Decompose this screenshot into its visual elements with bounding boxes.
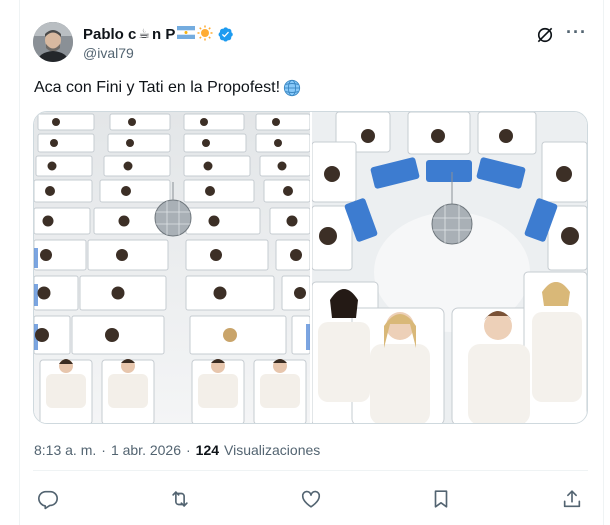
photo-hospital-beds-grid[interactable]	[34, 112, 310, 423]
globe-emoji-icon	[283, 79, 301, 97]
divider	[33, 470, 588, 471]
bookmark-icon	[434, 490, 448, 508]
share-button[interactable]	[561, 488, 583, 510]
post-text: Aca con Fini y Tati en la Propofest!	[34, 79, 301, 97]
post-date[interactable]: 1 abr. 2026	[111, 442, 181, 458]
like-button[interactable]	[300, 488, 322, 510]
bookmark-button[interactable]	[430, 488, 452, 510]
meta-separator-2: ·	[186, 442, 191, 458]
post-text-body: Aca con Fini y Tati en la Propofest!	[34, 79, 281, 96]
reply-button[interactable]	[37, 488, 59, 510]
coffee-emoji: ☕	[138, 26, 151, 42]
display-name[interactable]: Pablo c	[83, 26, 136, 43]
argentina-flag-emoji	[177, 26, 196, 42]
action-bar	[33, 484, 588, 514]
display-name-row[interactable]: Pablo c ☕ n P	[83, 24, 234, 44]
post-time[interactable]: 8:13 a. m.	[34, 442, 96, 458]
share-icon	[563, 490, 581, 508]
heart-icon	[301, 490, 321, 508]
avatar[interactable]	[33, 22, 73, 62]
media-gallery	[33, 111, 588, 424]
repost-button[interactable]	[169, 488, 191, 510]
post-header: Pablo c ☕ n P @ival79 ···	[33, 22, 593, 66]
verified-badge-icon[interactable]	[217, 26, 234, 43]
handle[interactable]: @ival79	[83, 45, 234, 61]
views-count[interactable]: 124	[196, 442, 219, 458]
repost-icon	[172, 491, 188, 507]
grok-icon[interactable]	[535, 25, 555, 45]
post-metadata: 8:13 a. m. · 1 abr. 2026 · 124 Visualiza…	[34, 442, 320, 458]
photo-hospital-beds-circle[interactable]	[312, 112, 587, 423]
views-label[interactable]: Visualizaciones	[224, 442, 320, 458]
display-name-part[interactable]: n P	[152, 26, 175, 43]
meta-separator: ·	[101, 442, 106, 458]
sun-emoji	[197, 25, 213, 44]
more-options-icon[interactable]: ···	[566, 22, 587, 43]
reply-icon	[38, 490, 58, 510]
